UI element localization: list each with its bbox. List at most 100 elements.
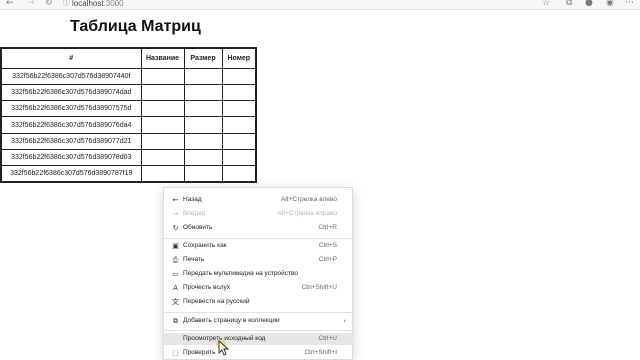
menu-item-label: Передать мультимедиа на устройство	[183, 270, 299, 277]
menu-item-read-aloud[interactable]: A Прочесть вслух Ctrl+Shift+U	[164, 282, 354, 294]
table-cell-size	[183, 67, 223, 85]
matrix-table: # Название Размер Номер 332f56b22f6386c3…	[0, 47, 257, 184]
star-icon[interactable]: ☆	[542, 0, 550, 9]
menu-item-shortcut: Ctrl+R	[318, 224, 337, 231]
browser-window: ← → ↻ ⓘ localhost:3000 ☆ ⧉ ● ◉ ⋯ Таблица…	[0, 0, 640, 360]
table-cell-size	[183, 148, 223, 167]
menu-item-label: Проверить	[183, 349, 216, 356]
table-cell-name	[140, 148, 185, 167]
menu-item-refresh[interactable]: ↻ Обновить Ctrl+R	[164, 222, 354, 234]
menu-item-back[interactable]: ← Назад Alt+Стрелка влево	[164, 194, 354, 206]
address-bar[interactable]: localhost:3000	[72, 0, 562, 9]
table-row: 332f56b22f6386c307d576d389074dad	[0, 83, 257, 102]
column-header-size: Размер	[183, 47, 223, 69]
table-cell-size	[183, 165, 223, 183]
table-cell-name	[140, 100, 185, 118]
menu-item-label: Обновить	[183, 224, 213, 231]
table-cell-id: 332f56b22f6386c307d576d38907440f	[0, 67, 142, 85]
refresh-icon: ↻	[172, 224, 179, 232]
url-port: :3000	[103, 0, 124, 8]
table-cell-number	[221, 132, 257, 150]
translate-icon: 文	[172, 298, 179, 306]
table-cell-number	[221, 67, 257, 85]
menu-item-view-source[interactable]: Просмотреть исходный код Ctrl+U	[164, 333, 354, 345]
menu-item-shortcut: Ctrl+Shift+I	[304, 349, 337, 356]
info-icon[interactable]: ⓘ	[63, 0, 70, 9]
table-row: 332f56b22f6386c307d576d389076da4	[0, 116, 257, 134]
menu-item-forward[interactable]: → Вперед Alt+Стрелка вправо	[164, 208, 354, 220]
collections-icon: ⧉	[173, 317, 178, 325]
menu-item-shortcut: Ctrl+S	[318, 242, 337, 249]
back-arrow-icon[interactable]: ←	[6, 0, 14, 9]
table-cell-id: 332f56b22f6386c307d576d389077d21	[0, 132, 142, 150]
menu-item-label: Прочесть вслух	[183, 284, 231, 291]
table-row: 332f56b22f6386c307d576d38907575d	[0, 100, 257, 118]
profile-icon[interactable]: ◉	[606, 0, 614, 9]
page-title: Таблица Матриц	[70, 18, 201, 35]
reload-icon[interactable]: ↻	[45, 0, 53, 9]
table-cell-id: 332f56b22f6386c307d576d389078d03	[0, 148, 142, 167]
avatar[interactable]: ●	[585, 0, 593, 9]
menu-item-shortcut: Ctrl+U	[318, 335, 337, 342]
table-cell-name	[140, 83, 185, 102]
table-row: 332f56b22f6386c307d576d389077d21	[0, 132, 257, 150]
read-aloud-icon: A	[173, 284, 178, 292]
menu-divider	[164, 330, 354, 331]
table-cell-name	[140, 132, 185, 150]
more-icon[interactable]: ⋯	[625, 0, 634, 9]
table-cell-id: 332f56b22f6386c307d576d38907575d	[0, 100, 142, 118]
table-row: 332f56b22f6386c307d576d389078d03	[0, 148, 257, 167]
menu-item-shortcut: Ctrl+Shift+U	[301, 284, 337, 291]
table-cell-id: 332f56b22f6386c307d576d389076da4	[0, 116, 142, 134]
column-header-name: Название	[140, 47, 185, 69]
menu-item-shortcut: Alt+Стрелка вправо	[277, 210, 337, 217]
menu-item-label: Перевести на русский	[183, 298, 250, 305]
arrow-right-icon: →	[172, 210, 179, 218]
table-cell-name	[140, 116, 185, 134]
menu-divider	[164, 312, 354, 313]
arrow-left-icon: ←	[172, 196, 179, 204]
menu-item-translate[interactable]: 文 Перевести на русский	[164, 296, 354, 308]
menu-divider	[164, 238, 354, 239]
table-cell-name	[140, 165, 185, 183]
table-cell-size	[183, 132, 223, 150]
table-cell-number	[221, 83, 257, 102]
menu-item-cast[interactable]: ▭ Передать мультимедиа на устройство	[164, 268, 354, 280]
inspect-icon: ⬚	[172, 349, 179, 357]
table-cell-size	[183, 116, 223, 134]
menu-item-label: Назад	[183, 196, 202, 203]
table-cell-size	[183, 100, 223, 118]
table-cell-size	[183, 83, 223, 102]
table-cell-name	[140, 67, 185, 85]
browser-toolbar: ← → ↻ ⓘ localhost:3000 ☆ ⧉ ● ◉ ⋯	[0, 0, 640, 10]
menu-item-label: Добавить страницу в коллекции	[183, 317, 280, 324]
menu-item-label: Вперед	[183, 210, 206, 217]
forward-arrow-icon[interactable]: →	[27, 0, 35, 9]
menu-item-add-to-collections[interactable]: ⧉ Добавить страницу в коллекции ›	[164, 315, 354, 327]
save-icon: ▣	[172, 242, 179, 250]
menu-item-print[interactable]: ⎙ Печать Ctrl+P	[164, 254, 354, 266]
table-cell-number	[221, 116, 257, 134]
chevron-right-icon: ›	[343, 317, 346, 325]
table-row: 332f56b22f6386c307d576d3890787f19	[0, 165, 257, 183]
context-menu: ← Назад Alt+Стрелка влево → Вперед Alt+С…	[163, 187, 354, 360]
menu-item-label: Печать	[183, 256, 205, 263]
column-header-number: Номер	[221, 47, 257, 69]
table-cell-id: 332f56b22f6386c307d576d389074dad	[0, 83, 142, 102]
print-icon: ⎙	[172, 256, 179, 264]
menu-item-label: Сохранить как	[183, 242, 227, 249]
table-cell-id: 332f56b22f6386c307d576d3890787f19	[0, 165, 142, 183]
collections-icon[interactable]: ⧉	[566, 0, 572, 9]
mouse-cursor-icon	[216, 339, 230, 356]
menu-item-inspect[interactable]: ⬚ Проверить Ctrl+Shift+I	[164, 347, 354, 359]
column-header-hash: #	[0, 47, 142, 69]
cast-icon: ▭	[172, 270, 179, 278]
table-header-row: # Название Размер Номер	[0, 47, 257, 69]
url-host: localhost	[72, 0, 104, 8]
menu-item-shortcut: Alt+Стрелка влево	[281, 196, 337, 203]
menu-item-save-as[interactable]: ▣ Сохранить как Ctrl+S	[164, 240, 354, 252]
table-cell-number	[221, 148, 257, 167]
table-cell-number	[221, 165, 257, 183]
table-row: 332f56b22f6386c307d576d38907440f	[0, 67, 257, 85]
table-cell-number	[221, 100, 257, 118]
